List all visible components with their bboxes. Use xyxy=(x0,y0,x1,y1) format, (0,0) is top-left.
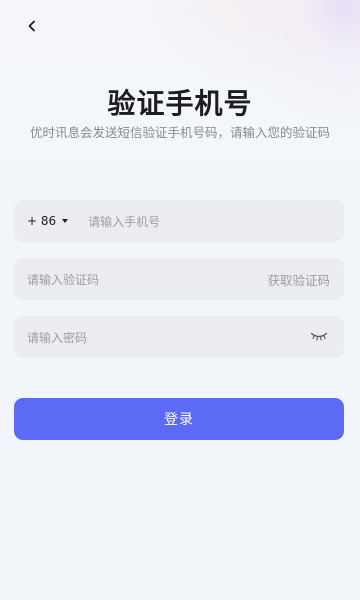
password-placeholder: 请输入密码 xyxy=(27,330,88,345)
eye-closed-icon[interactable] xyxy=(310,330,328,342)
page-subtitle: 优时讯息会发送短信验证手机号码，请输入您的验证码 xyxy=(29,125,330,140)
phone-field[interactable]: + 86 请输入手机号 xyxy=(14,200,344,242)
get-code-button[interactable]: 获取验证码 xyxy=(267,270,330,289)
country-code-label: + 86 xyxy=(27,214,57,228)
verification-code-field[interactable]: 请输入验证码 获取验证码 xyxy=(14,258,344,300)
chevron-left-icon xyxy=(28,20,35,32)
verification-code-placeholder: 请输入验证码 xyxy=(27,272,100,287)
back-button[interactable] xyxy=(22,16,42,36)
login-button[interactable]: 登录 xyxy=(14,398,344,440)
phone-input-placeholder: 请输入手机号 xyxy=(88,214,161,229)
page-title: 验证手机号 xyxy=(107,87,253,120)
country-code-selector[interactable]: + 86 xyxy=(27,214,69,228)
password-field[interactable]: 请输入密码 xyxy=(14,316,344,358)
caret-down-icon xyxy=(62,219,69,223)
